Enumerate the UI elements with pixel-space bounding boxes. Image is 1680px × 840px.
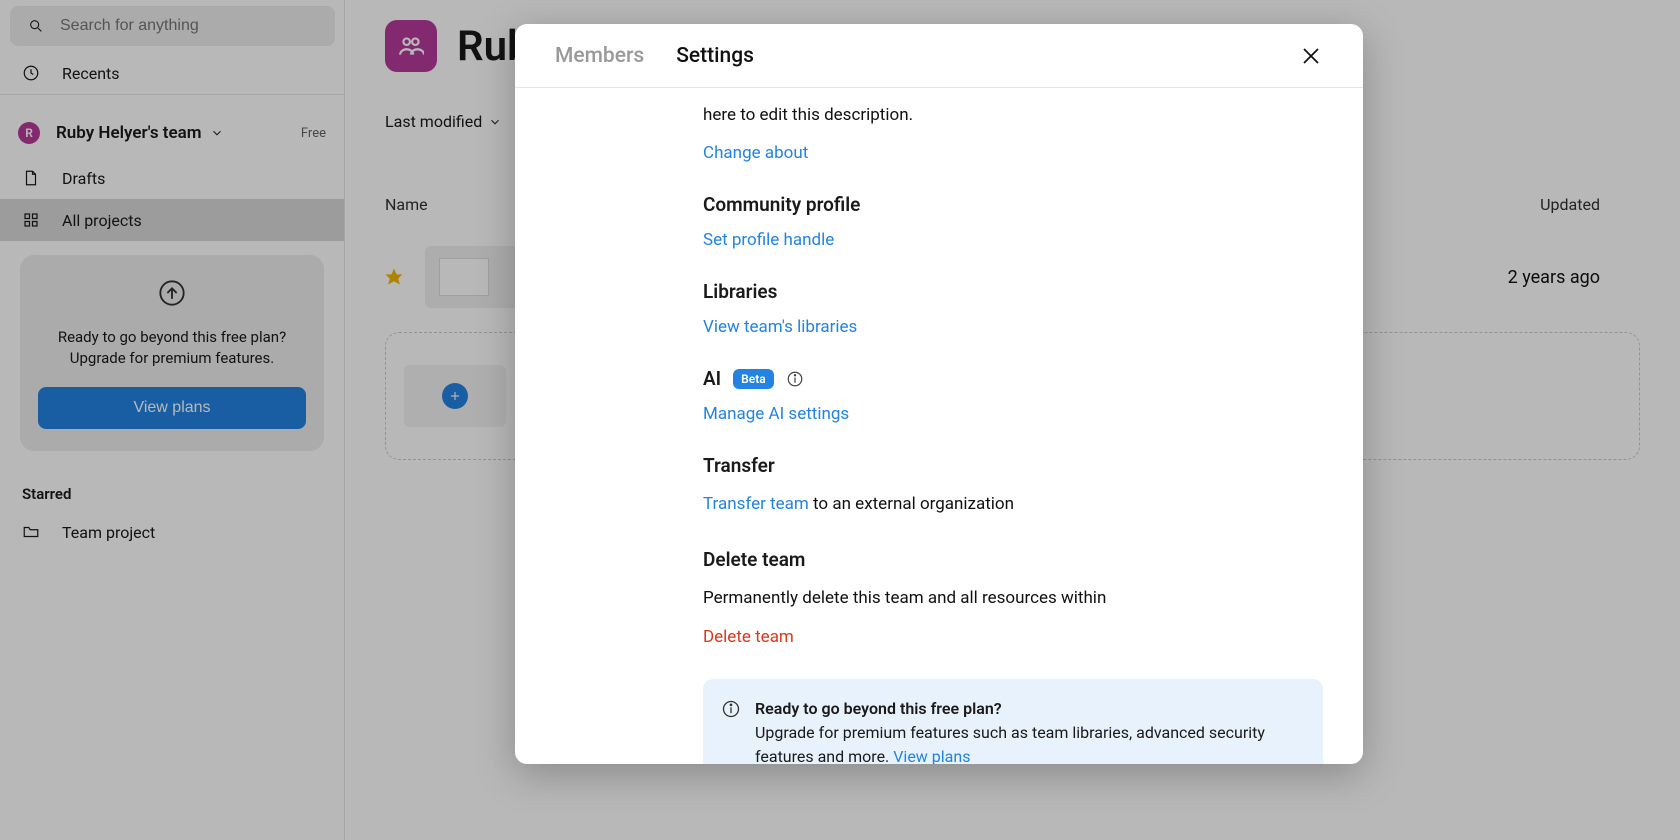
delete-team-link[interactable]: Delete team <box>703 627 1323 647</box>
banner-title: Ready to go beyond this free plan? <box>755 699 1002 718</box>
transfer-suffix: to an external organization <box>809 494 1014 514</box>
transfer-heading: Transfer <box>703 454 1323 477</box>
upgrade-banner: Ready to go beyond this free plan? Upgra… <box>703 679 1323 764</box>
about-truncated: here to edit this description. <box>703 102 1323 129</box>
info-icon <box>721 699 741 719</box>
banner-body: Upgrade for premium features such as tea… <box>755 723 1265 764</box>
community-heading: Community profile <box>703 193 1323 216</box>
transfer-team-link[interactable]: Transfer team <box>703 494 809 514</box>
beta-badge: Beta <box>733 369 774 389</box>
close-icon[interactable] <box>1299 44 1323 68</box>
set-profile-handle-link[interactable]: Set profile handle <box>703 230 1323 250</box>
libraries-heading: Libraries <box>703 280 1323 303</box>
tab-settings[interactable]: Settings <box>676 44 754 68</box>
delete-heading: Delete team <box>703 548 1323 571</box>
change-about-link[interactable]: Change about <box>703 143 1323 163</box>
manage-ai-link[interactable]: Manage AI settings <box>703 404 1323 424</box>
tab-members[interactable]: Members <box>555 44 644 68</box>
banner-view-plans-link[interactable]: View plans <box>893 747 970 764</box>
info-icon[interactable] <box>786 370 804 388</box>
delete-text: Permanently delete this team and all res… <box>703 585 1323 612</box>
settings-modal: Members Settings here to edit this descr… <box>515 24 1363 764</box>
ai-heading: AI <box>703 367 721 390</box>
view-libraries-link[interactable]: View team's libraries <box>703 317 1323 337</box>
